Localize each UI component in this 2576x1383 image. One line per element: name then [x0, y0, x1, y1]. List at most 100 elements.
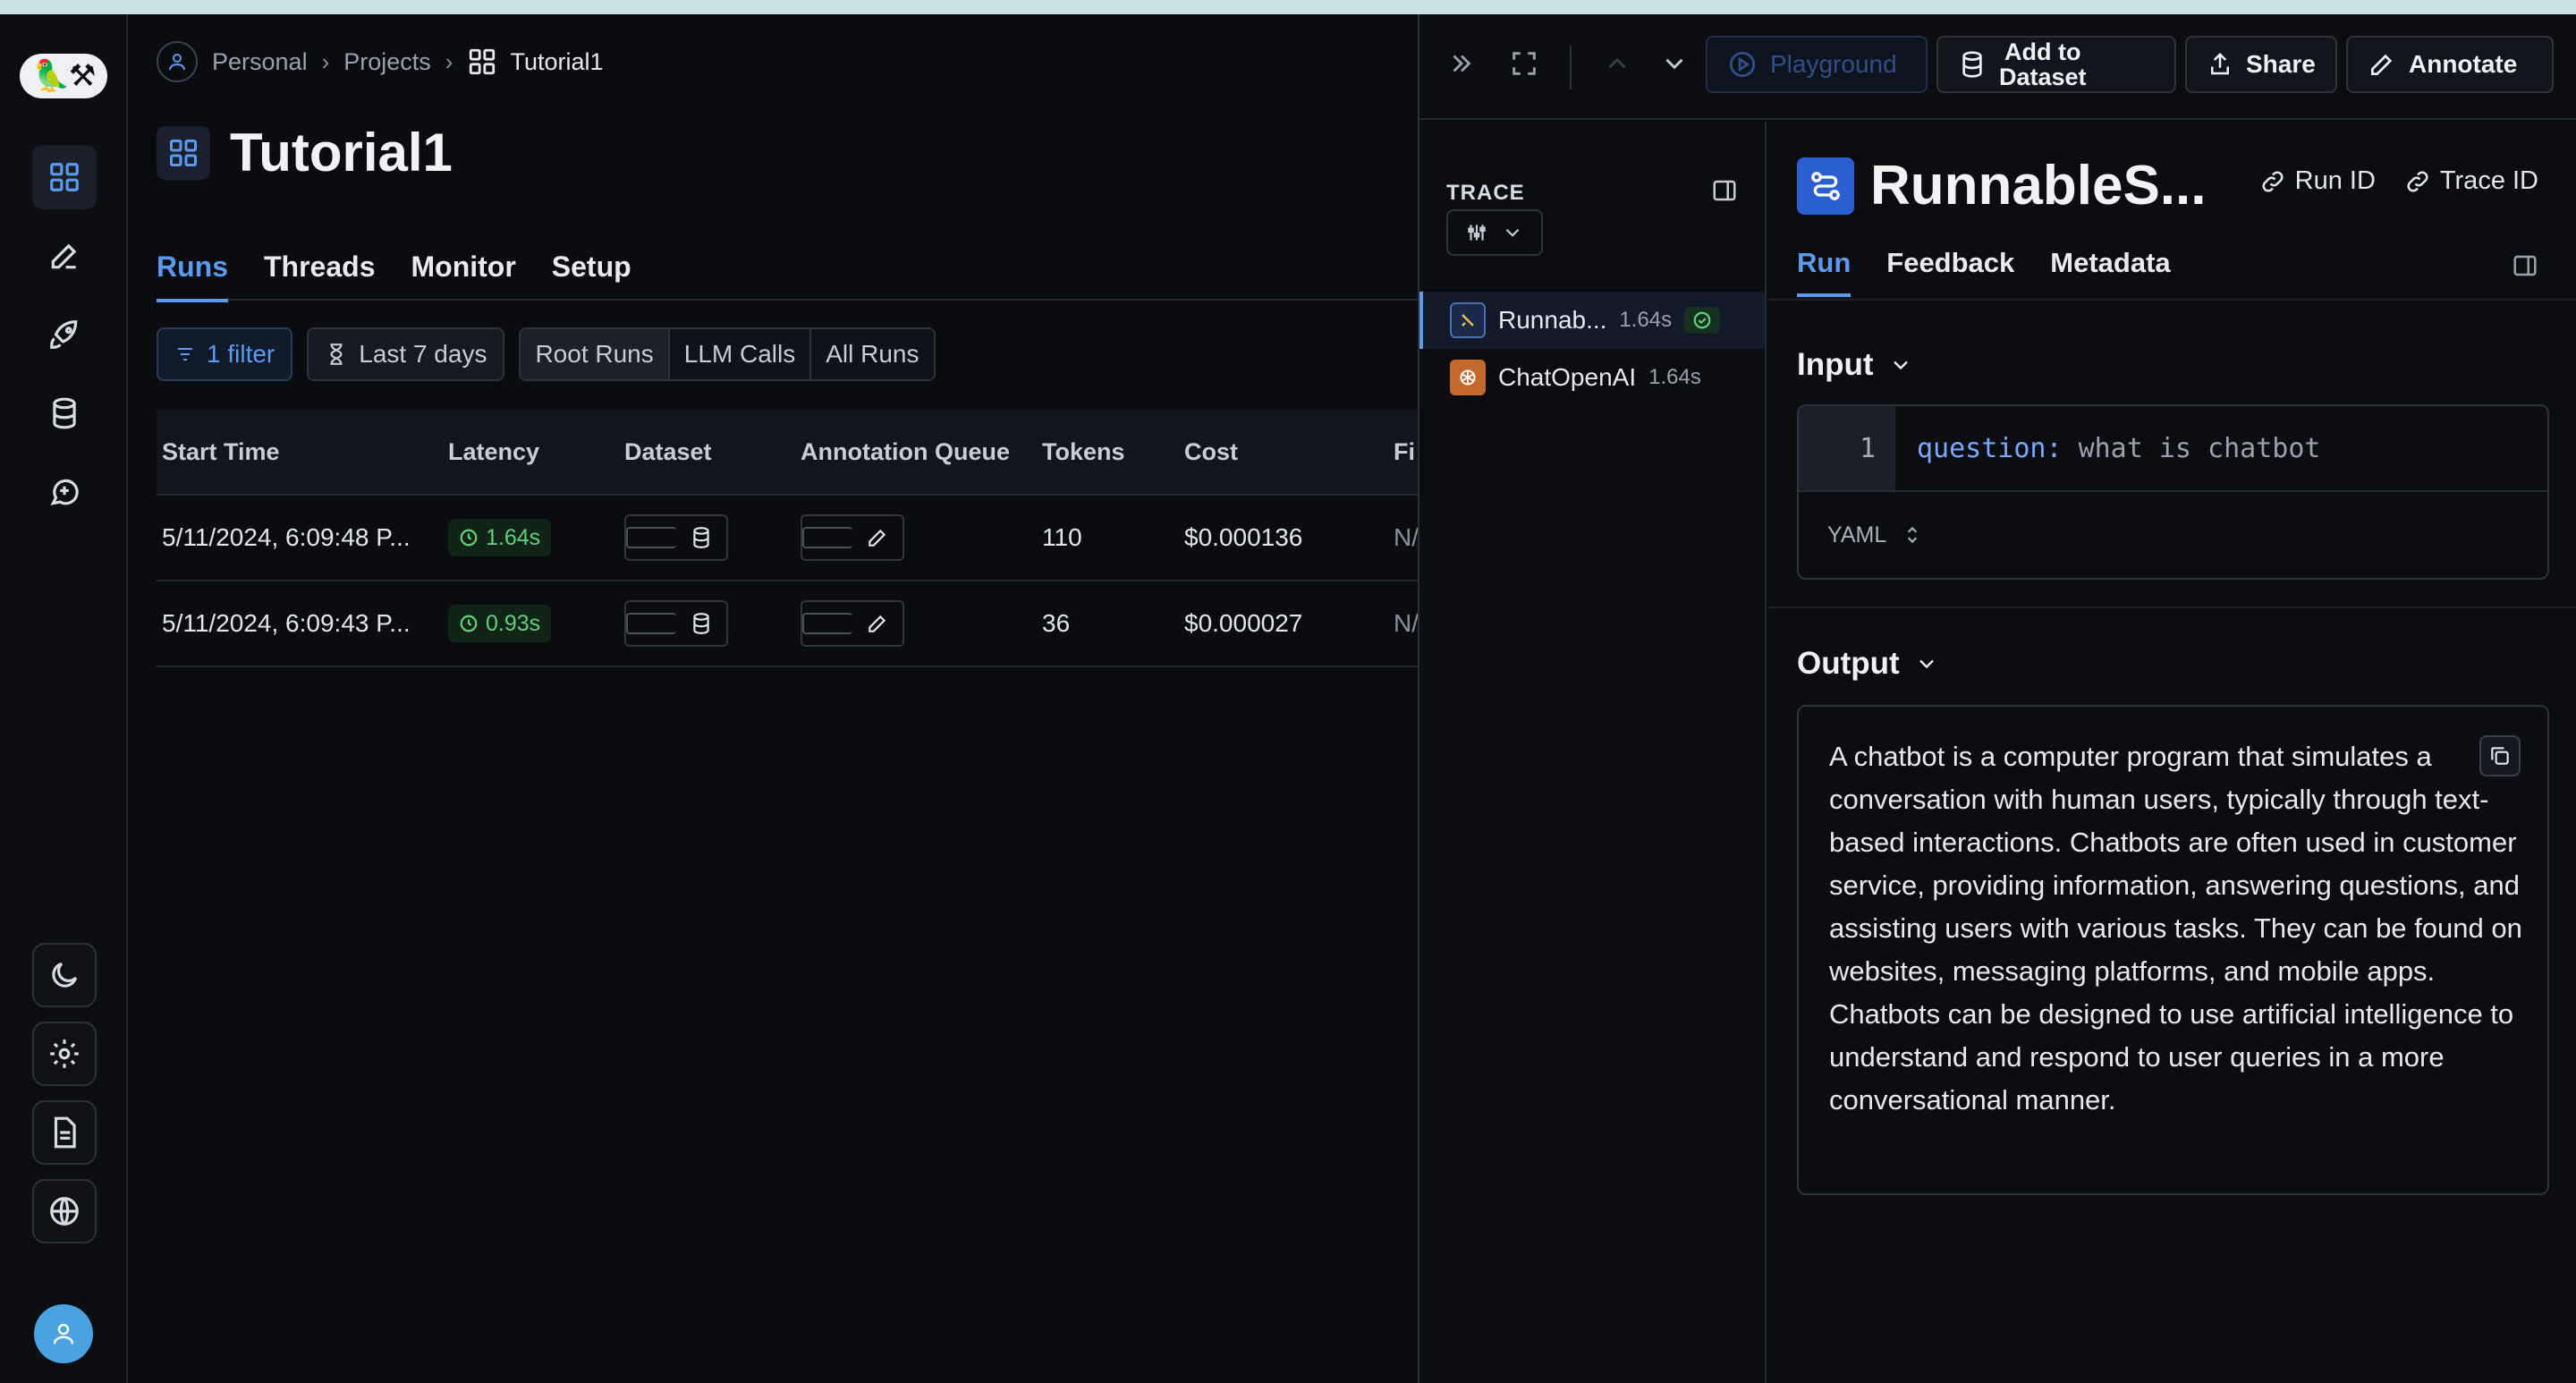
input-code-viewer[interactable]: 1 question: what is chatbot YAML: [1797, 404, 2549, 580]
dataset-checkbox[interactable]: [626, 602, 676, 645]
dataset-actions: [624, 600, 728, 647]
trace-item-time: 1.64s: [1619, 308, 1673, 332]
chat-plus-icon: [50, 479, 79, 505]
tab-threads[interactable]: Threads: [264, 238, 375, 301]
output-text: A chatbot is a computer program that sim…: [1829, 741, 2522, 1116]
trace-item-runnable[interactable]: Runnab... 1.64s: [1419, 292, 1765, 349]
tab-metadata[interactable]: Metadata: [2050, 238, 2170, 297]
tab-runs[interactable]: Runs: [157, 238, 228, 302]
add-to-dataset-label-line2: Dataset: [1999, 64, 2087, 90]
tab-setup[interactable]: Setup: [552, 238, 631, 301]
expand-panel-button[interactable]: [1502, 41, 1546, 86]
project-tabs: Runs Threads Monitor Setup: [157, 238, 1418, 302]
share-label: Share: [2246, 50, 2316, 78]
toggle-trace-sidebar-button[interactable]: [1711, 177, 1738, 208]
chain-icon: [1450, 302, 1486, 338]
tab-feedback[interactable]: Feedback: [1886, 238, 2014, 297]
share-button[interactable]: Share: [2185, 36, 2337, 93]
openai-icon: [1450, 360, 1486, 395]
llm-calls-option[interactable]: LLM Calls: [669, 329, 812, 379]
collapse-panel-button[interactable]: [1439, 41, 1484, 86]
add-to-dataset-button[interactable]: [676, 602, 726, 645]
chevron-down-icon: [1919, 659, 1934, 669]
input-section-toggle[interactable]: Input: [1797, 347, 1913, 383]
table-row[interactable]: 5/11/2024, 6:09:48 P... 1.64s 110 $0.000…: [157, 496, 1418, 581]
playground-button[interactable]: Playground: [1706, 36, 1928, 93]
annotate-button[interactable]: [852, 516, 902, 559]
col-first-token[interactable]: Fi: [1388, 438, 1418, 466]
root-runs-option[interactable]: Root Runs: [521, 329, 670, 379]
projects-nav-button[interactable]: [32, 145, 97, 209]
annotation-nav-button[interactable]: [32, 224, 97, 288]
toggle-metadata-sidebar-button[interactable]: [2512, 252, 2538, 284]
breadcrumb-personal[interactable]: Personal: [212, 48, 308, 76]
trace-label: TRACE: [1446, 181, 1525, 205]
window-top-strip: [0, 0, 2576, 14]
document-icon: [54, 1116, 76, 1149]
chevron-updown-icon: [1908, 526, 1918, 544]
pencil-icon: [2371, 54, 2393, 75]
col-latency[interactable]: Latency: [443, 438, 619, 466]
trace-item-name: Runnab...: [1498, 306, 1607, 334]
next-run-button[interactable]: [1652, 41, 1697, 86]
col-annotation-queue[interactable]: Annotation Queue: [795, 438, 1037, 466]
annotation-checkbox[interactable]: [802, 516, 852, 559]
theme-toggle-button[interactable]: [32, 943, 97, 1007]
add-to-dataset-button[interactable]: Add to Dataset: [1936, 36, 2176, 93]
main-content: Personal › Projects › Tutorial1 Tutorial…: [130, 14, 1418, 1383]
grid-icon: [50, 163, 79, 191]
copy-run-id-button[interactable]: Run ID: [2259, 166, 2376, 196]
all-runs-option[interactable]: All Runs: [811, 329, 934, 379]
globe-icon: [50, 1197, 79, 1226]
success-check-icon: [1684, 307, 1721, 334]
date-range-button[interactable]: Last 7 days: [307, 327, 505, 381]
trace-item-chatopenai[interactable]: ChatOpenAI 1.64s: [1419, 349, 1765, 406]
add-to-dataset-button[interactable]: [676, 516, 726, 559]
pencil-icon: [869, 529, 886, 547]
col-cost[interactable]: Cost: [1179, 438, 1388, 466]
latency-badge: 0.93s: [448, 605, 552, 642]
page-title: Tutorial1: [230, 123, 453, 182]
format-label: YAML: [1827, 522, 1887, 547]
user-avatar[interactable]: [34, 1304, 93, 1363]
personal-avatar-icon: [157, 41, 198, 82]
chevron-down-icon: [1665, 58, 1683, 70]
breadcrumb-projects[interactable]: Projects: [343, 48, 431, 76]
col-tokens[interactable]: Tokens: [1037, 438, 1179, 466]
settings-button[interactable]: [32, 1022, 97, 1086]
annotate-button[interactable]: [852, 602, 902, 645]
playground-label: Playground: [1770, 50, 1897, 78]
user-icon: [53, 1323, 74, 1345]
tab-monitor[interactable]: Monitor: [411, 238, 515, 301]
langsmith-logo[interactable]: 🦜⚒: [20, 54, 107, 98]
col-start-time[interactable]: Start Time: [157, 438, 443, 466]
filter-button[interactable]: 1 filter: [157, 327, 293, 381]
prompts-nav-button[interactable]: [32, 460, 97, 524]
line-number: 1: [1799, 406, 1895, 490]
database-icon: [53, 397, 76, 429]
output-viewer: A chatbot is a computer program that sim…: [1797, 705, 2549, 1195]
code-line: 1 question: what is chatbot: [1799, 406, 2547, 492]
breadcrumb-current-label: Tutorial1: [510, 47, 604, 75]
chevron-right-icon: ›: [321, 47, 330, 75]
copy-trace-id-button[interactable]: Trace ID: [2404, 166, 2538, 196]
table-row[interactable]: 5/11/2024, 6:09:43 P... 0.93s 36 $0.0000…: [157, 581, 1418, 667]
annotate-button[interactable]: Annotate: [2346, 36, 2554, 93]
docs-button[interactable]: [32, 1100, 97, 1165]
tab-run[interactable]: Run: [1797, 238, 1852, 297]
deployments-nav-button[interactable]: [32, 302, 97, 367]
previous-run-button[interactable]: [1595, 41, 1640, 86]
trace-view-options[interactable]: [1446, 209, 1543, 256]
link-icon: [2407, 170, 2428, 192]
copy-output-button[interactable]: [2479, 735, 2521, 776]
latency-value: 0.93s: [486, 610, 541, 636]
language-button[interactable]: [32, 1179, 97, 1243]
format-selector[interactable]: YAML: [1799, 492, 2547, 578]
output-section-toggle[interactable]: Output: [1797, 646, 1939, 682]
col-dataset[interactable]: Dataset: [619, 438, 795, 466]
dataset-checkbox[interactable]: [626, 516, 676, 559]
play-circle-icon: [1729, 51, 1756, 78]
input-key: question:: [1917, 432, 2063, 464]
datasets-nav-button[interactable]: [32, 381, 97, 445]
annotation-checkbox[interactable]: [802, 602, 852, 645]
